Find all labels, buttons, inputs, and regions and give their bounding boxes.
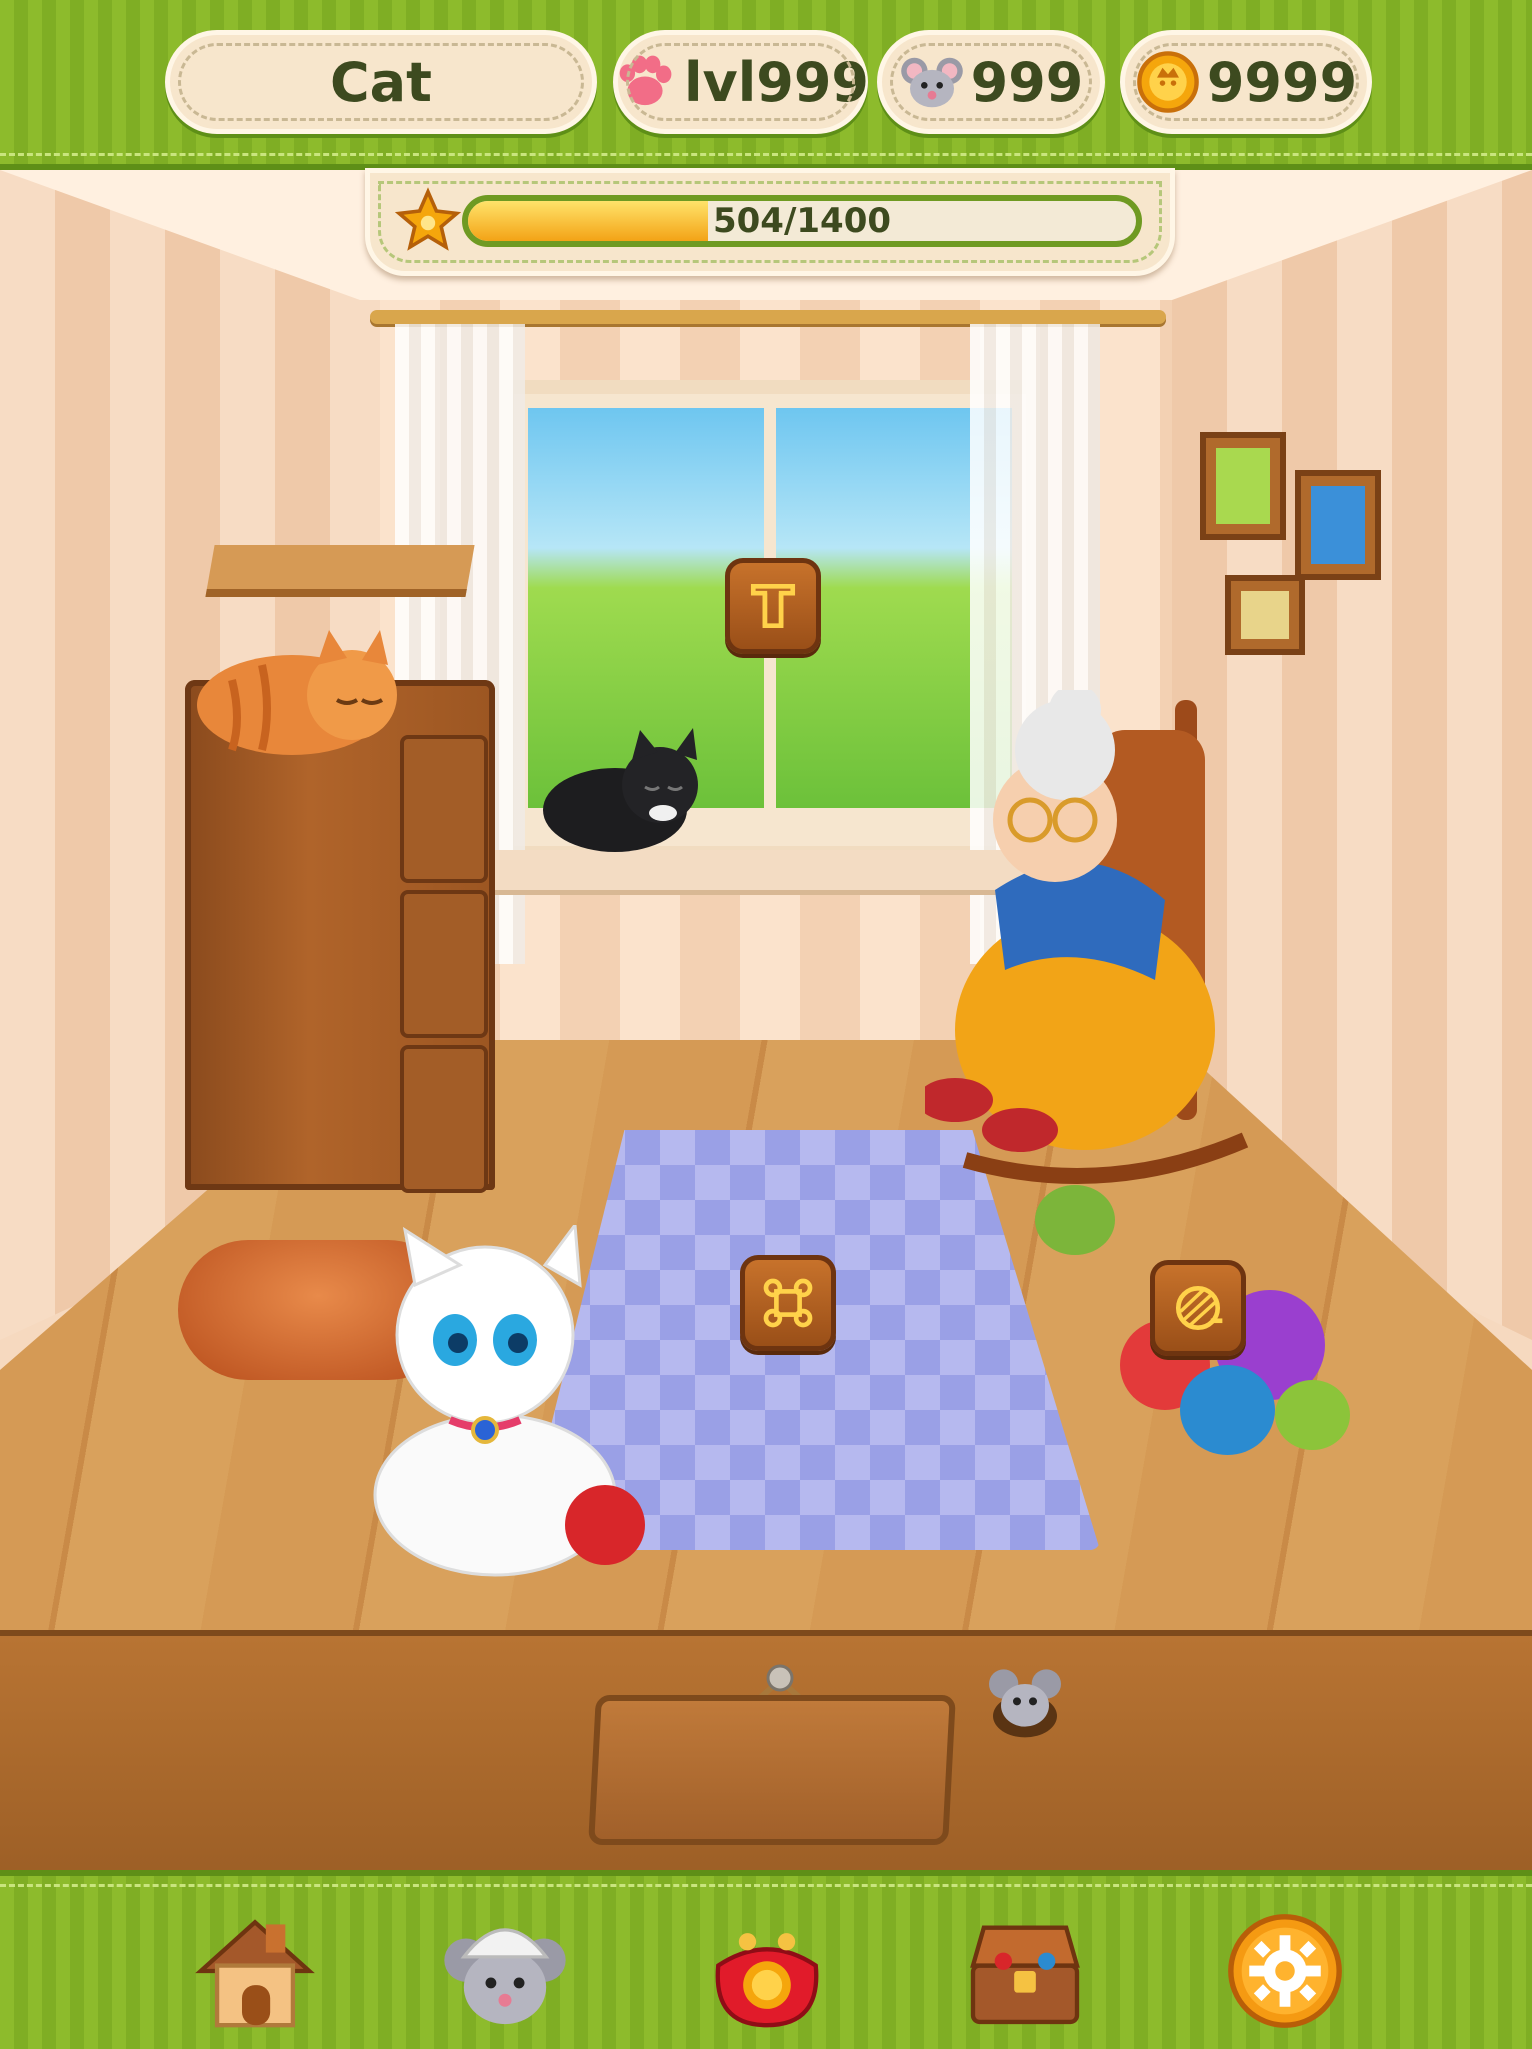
rug-rune-icon: [763, 1278, 813, 1328]
home-button[interactable]: [185, 1906, 325, 2036]
gear-icon: [1228, 1914, 1342, 2028]
stitch-divider: [0, 1884, 1532, 1887]
curtain-rod: [370, 310, 1166, 324]
purse-icon: [715, 1933, 819, 2028]
yarn-hotspot[interactable]: [1150, 1260, 1246, 1356]
black-cat[interactable]: [540, 725, 710, 855]
white-cat[interactable]: [355, 1225, 655, 1585]
picture-frame-flower[interactable]: [1225, 575, 1305, 655]
yarn-ball-green[interactable]: [1035, 1185, 1115, 1255]
xp-progress-label: 504/1400: [712, 201, 892, 241]
chest-button[interactable]: [955, 1906, 1095, 2036]
star-icon: [394, 187, 462, 251]
window-hotspot[interactable]: [725, 558, 821, 654]
level-pill[interactable]: lvl999: [613, 30, 869, 134]
mice-pill[interactable]: 999: [877, 30, 1105, 134]
yarn-ball-blue[interactable]: [1180, 1365, 1275, 1455]
coins-count: 9999: [1206, 50, 1358, 114]
xp-panel: 504/1400: [365, 168, 1175, 276]
coins-pill[interactable]: 9999: [1120, 30, 1372, 134]
mice-count: 999: [970, 50, 1084, 114]
grandma-in-rocking-chair[interactable]: [925, 690, 1255, 1190]
mouse-helper-button[interactable]: [435, 1906, 575, 2036]
ginger-cat[interactable]: [192, 620, 422, 760]
wooden-sign[interactable]: [588, 1695, 956, 1845]
picture-frame-cat[interactable]: [1200, 432, 1286, 540]
dresser-drawer[interactable]: [400, 1045, 488, 1193]
wall-shelf: [205, 545, 475, 597]
mouse-in-hole[interactable]: [985, 1660, 1065, 1740]
paw-icon: [619, 55, 672, 106]
picture-frame-fish[interactable]: [1295, 470, 1381, 580]
dresser-drawer[interactable]: [400, 890, 488, 1038]
window-rune-icon: [750, 583, 796, 629]
wallet-button[interactable]: [697, 1906, 837, 2036]
mouse-icon: [900, 57, 963, 108]
settings-button[interactable]: [1215, 1906, 1355, 2036]
player-name: Cat: [330, 50, 432, 114]
room-scene: [0, 170, 1532, 1876]
house-icon: [195, 1919, 315, 2028]
rug-hotspot[interactable]: [740, 1255, 836, 1351]
bottom-nav-bar: [0, 1870, 1532, 2049]
coin-icon: [1137, 51, 1199, 113]
player-name-pill[interactable]: Cat: [165, 30, 597, 134]
xp-progress-bar: 504/1400: [462, 195, 1142, 247]
yarn-ball-lime[interactable]: [1275, 1380, 1350, 1450]
treasure-chest-icon: [970, 1925, 1080, 2025]
yarn-rune-icon: [1175, 1285, 1223, 1331]
mouse-helmet-icon: [444, 1928, 566, 2025]
level-value: lvl999: [684, 50, 869, 114]
top-bar: Cat lvl999 999 9999: [0, 0, 1532, 170]
stitch-divider: [0, 153, 1532, 156]
